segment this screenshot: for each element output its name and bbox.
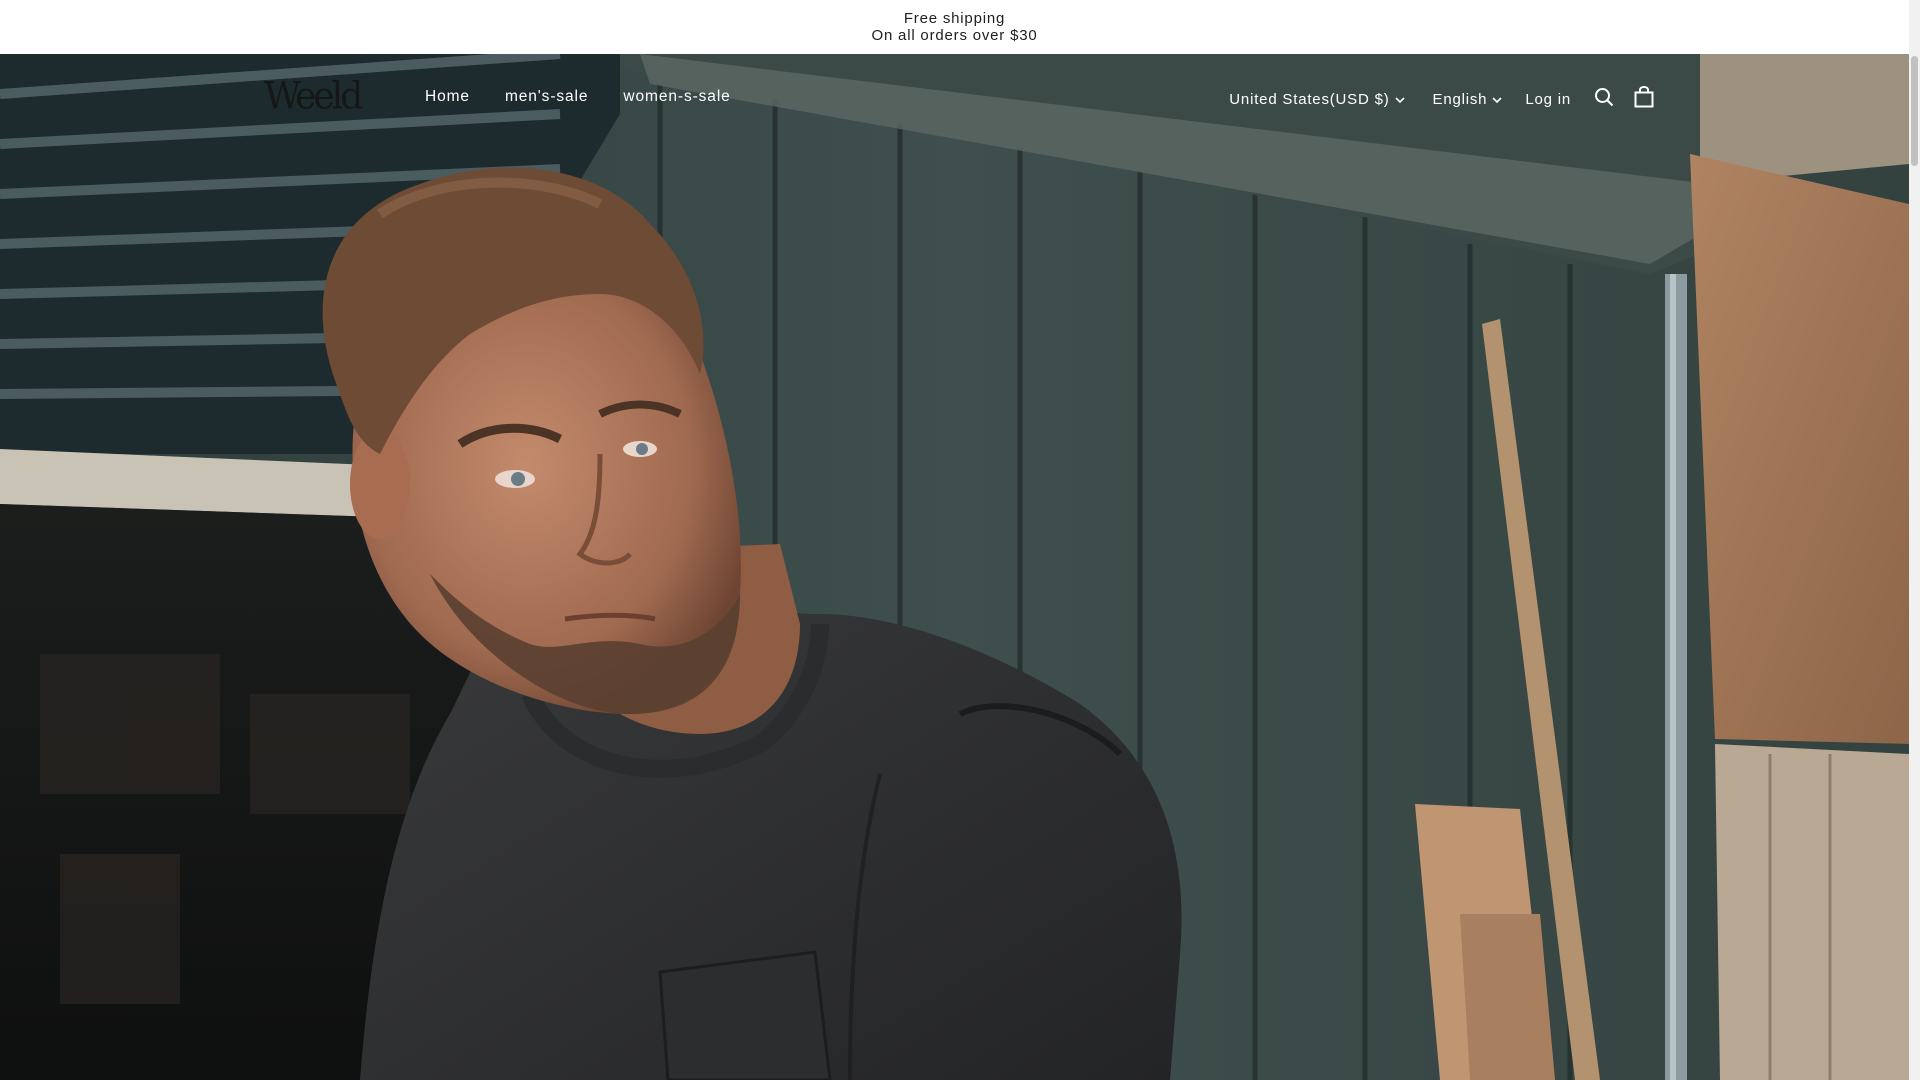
scrollbar-thumb[interactable] [1911, 56, 1918, 166]
hero-banner [0, 54, 1909, 1080]
language-selector[interactable]: English [1433, 91, 1503, 108]
nav-link-womens-sale[interactable]: women-s-sale [623, 88, 730, 106]
announcement-line-1: Free shipping [903, 10, 1006, 27]
login-link[interactable]: Log in [1525, 91, 1571, 108]
hero-image [0, 54, 1909, 1080]
nav-link-mens-sale[interactable]: men's-sale [505, 88, 588, 106]
chevron-down-icon [1492, 91, 1502, 108]
country-selector[interactable]: United States(USD $) [1229, 90, 1405, 108]
main-nav: Home men's-sale women-s-sale [425, 88, 731, 106]
site-header: Weeld Home men's-sale women-s-sale Unite… [0, 54, 1909, 142]
search-button[interactable] [1591, 86, 1617, 112]
country-selector-label: United States(USD $) [1229, 90, 1390, 108]
search-icon [1594, 87, 1614, 111]
chevron-down-icon [1394, 91, 1405, 108]
page-scrollbar[interactable] [1909, 0, 1920, 1080]
language-selector-label: English [1432, 90, 1488, 108]
header-utilities: United States(USD $) English Log in [1229, 85, 1657, 112]
logo[interactable]: Weeld [264, 75, 363, 118]
cart-icon [1634, 85, 1654, 112]
nav-link-home[interactable]: Home [425, 88, 470, 106]
announcement-line-2: On all orders over $30 [871, 27, 1038, 44]
cart-button[interactable] [1631, 85, 1657, 112]
announcement-bar: Free shipping On all orders over $30 [0, 0, 1909, 54]
page: Free shipping On all orders over $30 Wee… [0, 0, 1920, 1080]
